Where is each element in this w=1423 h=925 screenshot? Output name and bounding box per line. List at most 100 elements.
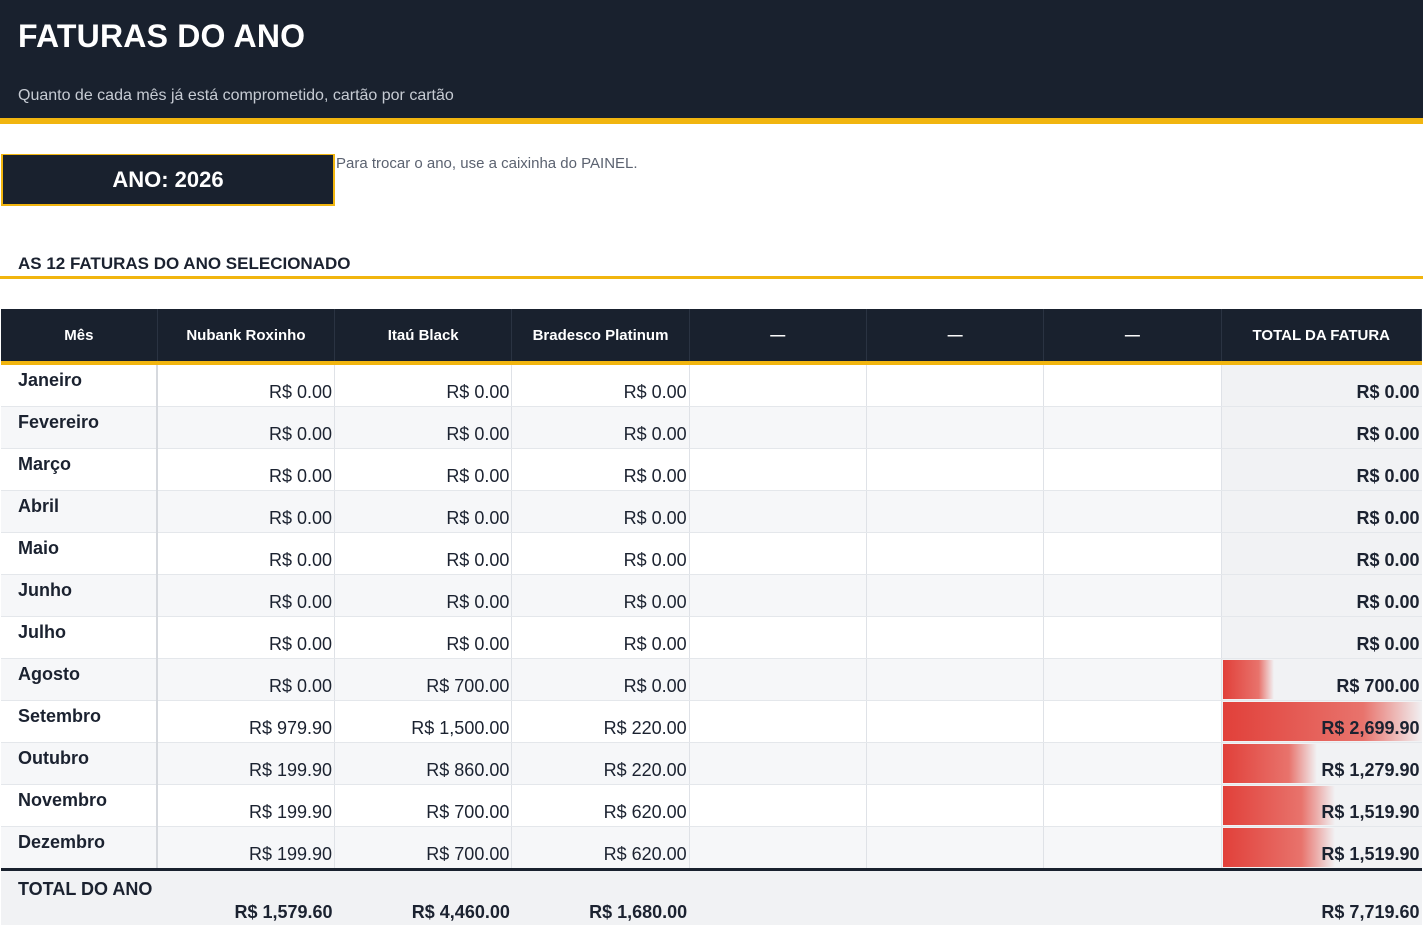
nubank-cell[interactable]: R$ 0.00 (157, 575, 334, 617)
empty-cell[interactable] (1044, 701, 1221, 743)
itau-cell[interactable]: R$ 0.00 (335, 491, 512, 533)
empty-cell[interactable] (689, 407, 866, 449)
itau-cell[interactable]: R$ 700.00 (335, 785, 512, 827)
empty-cell[interactable] (1044, 743, 1221, 785)
empty-cell[interactable] (689, 743, 866, 785)
table-row: FevereiroR$ 0.00R$ 0.00R$ 0.00R$ 0.00 (1, 407, 1422, 449)
empty-cell[interactable] (1044, 617, 1221, 659)
bradesco-cell[interactable]: R$ 0.00 (512, 491, 689, 533)
empty-cell[interactable] (866, 491, 1043, 533)
column-header-month: Mês (1, 309, 157, 363)
bradesco-cell[interactable]: R$ 220.00 (512, 743, 689, 785)
itau-cell[interactable]: R$ 700.00 (335, 659, 512, 701)
empty-cell[interactable] (1044, 575, 1221, 617)
empty-cell[interactable] (1044, 659, 1221, 701)
total-cell[interactable]: R$ 1,519.90 (1221, 785, 1421, 827)
itau-cell[interactable]: R$ 0.00 (335, 575, 512, 617)
itau-cell[interactable]: R$ 0.00 (335, 533, 512, 575)
year-selector-display[interactable]: ANO: 2026 (1, 154, 335, 206)
empty-cell[interactable] (689, 659, 866, 701)
empty-cell[interactable] (866, 827, 1043, 870)
nubank-cell[interactable]: R$ 0.00 (157, 407, 334, 449)
total-cell[interactable]: R$ 700.00 (1221, 659, 1421, 701)
nubank-cell[interactable]: R$ 199.90 (157, 743, 334, 785)
month-cell[interactable]: Janeiro (1, 363, 157, 407)
empty-cell[interactable] (1044, 363, 1221, 407)
total-cell[interactable]: R$ 0.00 (1221, 533, 1421, 575)
total-cell[interactable]: R$ 0.00 (1221, 363, 1421, 407)
month-cell[interactable]: Março (1, 449, 157, 491)
empty-cell[interactable] (866, 785, 1043, 827)
nubank-cell[interactable]: R$ 0.00 (157, 617, 334, 659)
empty-cell[interactable] (866, 363, 1043, 407)
empty-cell[interactable] (689, 491, 866, 533)
table-body: JaneiroR$ 0.00R$ 0.00R$ 0.00R$ 0.00Fever… (1, 363, 1422, 870)
month-cell[interactable]: Dezembro (1, 827, 157, 870)
empty-cell[interactable] (689, 363, 866, 407)
total-cell[interactable]: R$ 0.00 (1221, 407, 1421, 449)
month-cell[interactable]: Outubro (1, 743, 157, 785)
itau-cell[interactable]: R$ 860.00 (335, 743, 512, 785)
bradesco-cell[interactable]: R$ 0.00 (512, 575, 689, 617)
total-cell[interactable]: R$ 0.00 (1221, 449, 1421, 491)
month-cell[interactable]: Abril (1, 491, 157, 533)
empty-cell[interactable] (689, 785, 866, 827)
itau-cell[interactable]: R$ 0.00 (335, 407, 512, 449)
bradesco-cell[interactable]: R$ 0.00 (512, 407, 689, 449)
itau-cell[interactable]: R$ 0.00 (335, 449, 512, 491)
month-cell[interactable]: Maio (1, 533, 157, 575)
month-cell[interactable]: Setembro (1, 701, 157, 743)
month-cell[interactable]: Novembro (1, 785, 157, 827)
nubank-cell[interactable]: R$ 199.90 (157, 785, 334, 827)
nubank-cell[interactable]: R$ 0.00 (157, 449, 334, 491)
nubank-cell[interactable]: R$ 199.90 (157, 827, 334, 870)
empty-cell[interactable] (1044, 491, 1221, 533)
nubank-cell[interactable]: R$ 0.00 (157, 363, 334, 407)
nubank-cell[interactable]: R$ 979.90 (157, 701, 334, 743)
nubank-cell[interactable]: R$ 0.00 (157, 533, 334, 575)
bradesco-cell[interactable]: R$ 0.00 (512, 449, 689, 491)
empty-cell[interactable] (689, 617, 866, 659)
empty-cell[interactable] (866, 533, 1043, 575)
bradesco-cell[interactable]: R$ 620.00 (512, 827, 689, 870)
empty-cell[interactable] (1044, 785, 1221, 827)
empty-cell[interactable] (866, 743, 1043, 785)
itau-cell[interactable]: R$ 1,500.00 (335, 701, 512, 743)
total-cell[interactable]: R$ 0.00 (1221, 491, 1421, 533)
itau-cell[interactable]: R$ 0.00 (335, 363, 512, 407)
empty-cell[interactable] (1044, 449, 1221, 491)
month-cell[interactable]: Agosto (1, 659, 157, 701)
bradesco-cell[interactable]: R$ 220.00 (512, 701, 689, 743)
empty-cell[interactable] (866, 617, 1043, 659)
total-cell[interactable]: R$ 0.00 (1221, 575, 1421, 617)
month-cell[interactable]: Julho (1, 617, 157, 659)
empty-cell[interactable] (1044, 407, 1221, 449)
empty-cell[interactable] (1044, 533, 1221, 575)
empty-cell[interactable] (866, 575, 1043, 617)
nubank-cell[interactable]: R$ 0.00 (157, 659, 334, 701)
bradesco-cell[interactable]: R$ 0.00 (512, 363, 689, 407)
empty-cell[interactable] (689, 533, 866, 575)
empty-cell[interactable] (1044, 827, 1221, 870)
month-cell[interactable]: Fevereiro (1, 407, 157, 449)
total-cell[interactable]: R$ 1,279.90 (1221, 743, 1421, 785)
empty-cell[interactable] (689, 449, 866, 491)
bradesco-cell[interactable]: R$ 0.00 (512, 617, 689, 659)
empty-cell[interactable] (689, 575, 866, 617)
empty-cell[interactable] (866, 701, 1043, 743)
month-cell[interactable]: Junho (1, 575, 157, 617)
itau-cell[interactable]: R$ 700.00 (335, 827, 512, 870)
bradesco-cell[interactable]: R$ 0.00 (512, 659, 689, 701)
total-cell[interactable]: R$ 0.00 (1221, 617, 1421, 659)
bradesco-cell[interactable]: R$ 620.00 (512, 785, 689, 827)
bradesco-cell[interactable]: R$ 0.00 (512, 533, 689, 575)
empty-cell[interactable] (866, 659, 1043, 701)
empty-cell[interactable] (689, 701, 866, 743)
total-cell[interactable]: R$ 1,519.90 (1221, 827, 1421, 870)
empty-cell[interactable] (866, 449, 1043, 491)
total-cell[interactable]: R$ 2,699.90 (1221, 701, 1421, 743)
empty-cell[interactable] (689, 827, 866, 870)
itau-cell[interactable]: R$ 0.00 (335, 617, 512, 659)
empty-cell[interactable] (866, 407, 1043, 449)
nubank-cell[interactable]: R$ 0.00 (157, 491, 334, 533)
